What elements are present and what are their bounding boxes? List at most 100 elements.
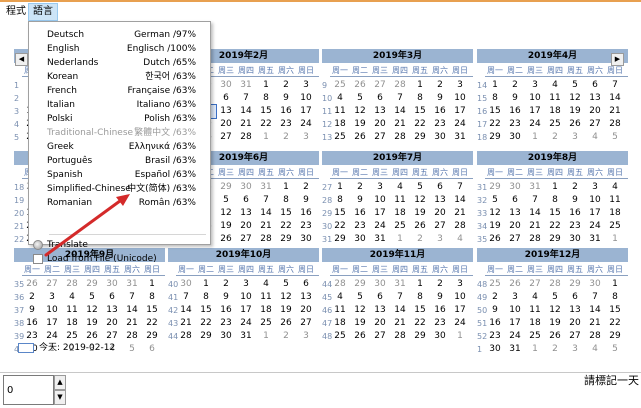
calendar-day[interactable]: 18 xyxy=(605,207,625,220)
calendar-day[interactable]: 16 xyxy=(276,105,296,118)
calendar-day[interactable]: 15 xyxy=(142,304,162,317)
calendar-day[interactable]: 15 xyxy=(276,207,296,220)
menu-item-language[interactable]: Deutsch German /97% xyxy=(29,28,210,42)
calendar-day[interactable]: 2 xyxy=(350,181,370,194)
calendar-day[interactable]: 25 xyxy=(256,317,276,330)
calendar-day[interactable]: 8 xyxy=(485,92,505,105)
calendar-day[interactable]: 2 xyxy=(430,79,450,92)
calendar-day[interactable]: 7 xyxy=(525,194,545,207)
calendar-day[interactable]: 26 xyxy=(545,330,565,343)
calendar-day[interactable]: 12 xyxy=(545,304,565,317)
calendar-day[interactable]: 30 xyxy=(505,131,525,144)
calendar-day[interactable]: 28 xyxy=(450,220,470,233)
calendar-day[interactable]: 6 xyxy=(370,291,390,304)
calendar-day[interactable]: 28 xyxy=(390,330,410,343)
calendar-day[interactable]: 15 xyxy=(410,304,430,317)
calendar-day[interactable]: 7 xyxy=(450,181,470,194)
calendar-day[interactable]: 11 xyxy=(330,105,350,118)
calendar-day[interactable]: 5 xyxy=(82,291,102,304)
calendar-day[interactable]: 11 xyxy=(525,304,545,317)
calendar-day[interactable]: 1 xyxy=(410,79,430,92)
calendar-day[interactable]: 23 xyxy=(430,317,450,330)
calendar-day[interactable]: 3 xyxy=(296,79,316,92)
calendar-day[interactable]: 20 xyxy=(370,118,390,131)
calendar-day[interactable]: 17 xyxy=(370,207,390,220)
calendar-day[interactable]: 8 xyxy=(330,194,350,207)
calendar-day[interactable]: 2 xyxy=(296,181,316,194)
calendar-day[interactable]: 17 xyxy=(450,105,470,118)
calendar-day[interactable]: 5 xyxy=(545,291,565,304)
calendar-day[interactable]: 16 xyxy=(216,304,236,317)
calendar-day[interactable]: 24 xyxy=(296,118,316,131)
calendar-day[interactable]: 4 xyxy=(390,181,410,194)
calendar-day[interactable]: 13 xyxy=(505,207,525,220)
calendar-day[interactable]: 5 xyxy=(216,194,236,207)
calendar-day[interactable]: 31 xyxy=(370,233,390,246)
calendar-day[interactable]: 3 xyxy=(42,291,62,304)
calendar-day[interactable]: 2 xyxy=(565,181,585,194)
calendar-day[interactable]: 30 xyxy=(296,233,316,246)
calendar-day[interactable]: 14 xyxy=(585,304,605,317)
calendar-day[interactable]: 24 xyxy=(236,317,256,330)
menu-item-language[interactable]: Spanish Español /63% xyxy=(29,168,210,182)
calendar-day[interactable]: 7 xyxy=(605,79,625,92)
calendar-day[interactable]: 25 xyxy=(545,118,565,131)
calendar-day[interactable]: 27 xyxy=(370,330,390,343)
calendar-day[interactable]: 7 xyxy=(256,194,276,207)
calendar-day[interactable]: 7 xyxy=(122,291,142,304)
calendar-day[interactable]: 2 xyxy=(505,79,525,92)
calendar-day[interactable]: 22 xyxy=(410,118,430,131)
spin-up-button[interactable]: ▲ xyxy=(54,375,66,390)
calendar-day[interactable]: 7 xyxy=(390,291,410,304)
calendar-day[interactable]: 24 xyxy=(450,118,470,131)
calendar-day[interactable]: 30 xyxy=(216,330,236,343)
calendar-day[interactable]: 24 xyxy=(505,330,525,343)
calendar-day[interactable]: 17 xyxy=(236,304,256,317)
calendar-day[interactable]: 3 xyxy=(525,79,545,92)
calendar-day[interactable]: 18 xyxy=(256,304,276,317)
calendar-day[interactable]: 23 xyxy=(296,220,316,233)
calendar-day[interactable]: 1 xyxy=(485,79,505,92)
calendar-day[interactable]: 6 xyxy=(370,92,390,105)
calendar-day[interactable]: 20 xyxy=(102,317,122,330)
calendar-day[interactable]: 27 xyxy=(585,118,605,131)
calendar-day[interactable]: 20 xyxy=(296,304,316,317)
calendar-day[interactable]: 31 xyxy=(450,131,470,144)
menu-item-language[interactable]: Simplified-Chinese 中文(简体) /63% xyxy=(29,182,210,196)
calendar-day[interactable]: 30 xyxy=(565,233,585,246)
calendar-day[interactable]: 2 xyxy=(485,291,505,304)
calendar-day[interactable]: 20 xyxy=(236,220,256,233)
calendar-day[interactable]: 11 xyxy=(256,291,276,304)
calendar-day[interactable]: 21 xyxy=(605,105,625,118)
calendar-day[interactable]: 7 xyxy=(390,92,410,105)
calendar-day[interactable]: 27 xyxy=(370,131,390,144)
calendar-day[interactable]: 9 xyxy=(430,92,450,105)
calendar-day[interactable]: 6 xyxy=(216,92,236,105)
calendar-day[interactable]: 18 xyxy=(545,105,565,118)
calendar-day[interactable]: 15 xyxy=(410,105,430,118)
calendar-day[interactable]: 8 xyxy=(410,291,430,304)
calendar-day[interactable]: 4 xyxy=(330,291,350,304)
calendar-day[interactable]: 6 xyxy=(296,278,316,291)
calendar-day[interactable]: 6 xyxy=(505,194,525,207)
calendar-day[interactable]: 11 xyxy=(330,304,350,317)
calendar-day[interactable]: 16 xyxy=(565,207,585,220)
calendar-day[interactable]: 23 xyxy=(485,330,505,343)
calendar-day[interactable]: 4 xyxy=(330,92,350,105)
menu-item-language[interactable]: Korean 한국어 /63% xyxy=(29,70,210,84)
calendar-day[interactable]: 1 xyxy=(256,79,276,92)
calendar-day[interactable]: 7 xyxy=(585,291,605,304)
calendar-day[interactable]: 30 xyxy=(430,330,450,343)
calendar-day[interactable]: 12 xyxy=(276,291,296,304)
calendar-day[interactable]: 29 xyxy=(410,330,430,343)
calendar-day[interactable]: 23 xyxy=(505,118,525,131)
calendar-day[interactable]: 3 xyxy=(236,278,256,291)
calendar-day[interactable]: 8 xyxy=(410,92,430,105)
calendar-day[interactable]: 22 xyxy=(276,220,296,233)
menu-language[interactable]: 語言 xyxy=(28,3,58,21)
menu-item-language[interactable]: Polski Polish /63% xyxy=(29,112,210,126)
calendar-day[interactable]: 18 xyxy=(330,118,350,131)
calendar-day[interactable]: 29 xyxy=(330,233,350,246)
calendar-day[interactable]: 14 xyxy=(390,105,410,118)
calendar-day[interactable]: 6 xyxy=(430,181,450,194)
